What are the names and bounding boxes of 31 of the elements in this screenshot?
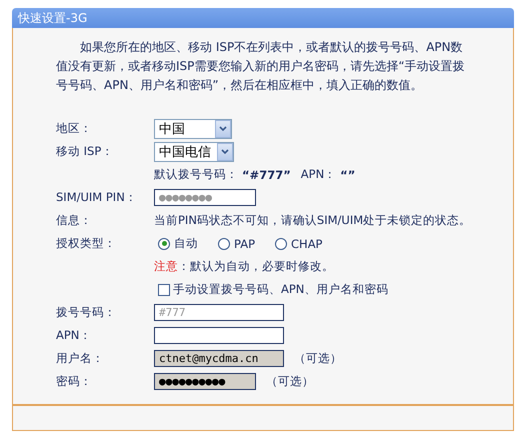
intro-text: 如果您所在的地区、移动 ISP不在列表中，或者默认的拨号号码、APN数值没有更新，或者移动ISP需要您输入新的用户名密码，请先选择“手动设置拨号号码、APN、用户名和密码”，然后在相应框中，填入正确的数值。 xyxy=(56,39,466,94)
input-field[interactable] xyxy=(154,327,284,344)
radio-option[interactable]: PAP xyxy=(218,236,256,250)
field-label: APN： xyxy=(56,328,92,343)
field-label: 信息： xyxy=(56,213,93,228)
field-label: 地区： xyxy=(56,121,93,136)
radio-option[interactable]: 自动 xyxy=(158,236,198,251)
radio-option[interactable]: CHAP xyxy=(275,236,322,250)
panel-title: 快速设置-3G xyxy=(12,8,514,28)
caret-icon xyxy=(215,120,231,138)
input-field[interactable]: ctnet@mycdma.cn xyxy=(154,350,284,367)
checkbox-label: 手动设置拨号号码、APN、用户名和密码 xyxy=(173,282,388,297)
field-label: 拨号号码： xyxy=(56,305,117,320)
hint-label: APN： xyxy=(300,167,336,182)
checkbox[interactable] xyxy=(158,284,170,296)
dropdown[interactable]: 中国 xyxy=(154,118,232,138)
hint-value: “” xyxy=(340,168,356,182)
hint-label: 默认拨号号码： xyxy=(154,167,238,182)
note-text: 注意：默认为自动，必要时修改。 xyxy=(154,259,334,274)
status-text: 当前PIN码状态不可知，请确认SIM/UIM处于未锁定的状态。 xyxy=(154,213,472,228)
field-label: 用户名： xyxy=(56,351,105,366)
input-field[interactable]: ●●●●●●●●●● xyxy=(154,373,256,390)
dropdown[interactable]: 中国电信 xyxy=(154,142,234,162)
field-label: 授权类型： xyxy=(56,236,117,251)
caret-icon xyxy=(217,142,233,160)
field-label: 密码： xyxy=(56,374,93,389)
field-label: SIM/UIM PIN： xyxy=(56,190,138,205)
hint-value: “#777” xyxy=(242,168,291,182)
optional-note: （可选） xyxy=(294,351,342,366)
field-label: 移动 ISP： xyxy=(56,144,114,159)
optional-note: （可选） xyxy=(266,374,314,389)
